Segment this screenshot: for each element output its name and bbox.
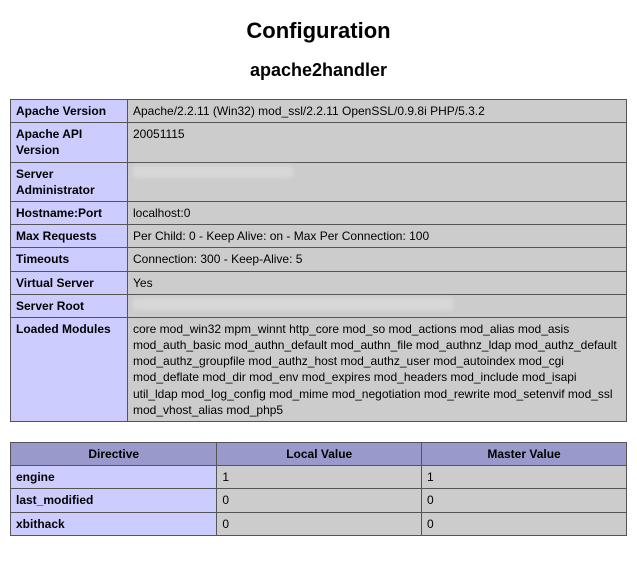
config-row: Loaded Modulescore mod_win32 mpm_winnt h… (11, 317, 627, 421)
config-row: Hostname:Portlocalhost:0 (11, 201, 627, 224)
config-key: Apache Version (11, 100, 128, 123)
config-row: TimeoutsConnection: 300 - Keep-Alive: 5 (11, 248, 627, 271)
col-directive: Directive (11, 443, 217, 466)
directive-master-value: 1 (422, 466, 627, 489)
directive-local-value: 0 (217, 512, 422, 535)
directive-local-value: 0 (217, 489, 422, 512)
config-value: Per Child: 0 - Keep Alive: on - Max Per … (128, 225, 627, 248)
directive-name: last_modified (11, 489, 217, 512)
redacted-value (133, 298, 453, 310)
config-row: Virtual ServerYes (11, 271, 627, 294)
config-value: localhost:0 (128, 201, 627, 224)
config-value (128, 162, 627, 201)
config-key: Max Requests (11, 225, 128, 248)
config-value: Yes (128, 271, 627, 294)
directive-local-value: 1 (217, 466, 422, 489)
redacted-value (133, 166, 293, 178)
config-value: core mod_win32 mpm_winnt http_core mod_s… (128, 317, 627, 421)
config-key: Server Administrator (11, 162, 128, 201)
directive-row: last_modified00 (11, 489, 627, 512)
col-local-value: Local Value (217, 443, 422, 466)
page-title: Configuration (10, 18, 627, 44)
config-value (128, 294, 627, 317)
config-table: Apache VersionApache/2.2.11 (Win32) mod_… (10, 99, 627, 422)
config-row: Apache VersionApache/2.2.11 (Win32) mod_… (11, 100, 627, 123)
directive-name: xbithack (11, 512, 217, 535)
config-key: Hostname:Port (11, 201, 128, 224)
section-heading: apache2handler (10, 60, 627, 81)
config-row: Max RequestsPer Child: 0 - Keep Alive: o… (11, 225, 627, 248)
config-row: Apache API Version20051115 (11, 123, 627, 162)
config-value: Apache/2.2.11 (Win32) mod_ssl/2.2.11 Ope… (128, 100, 627, 123)
config-key: Server Root (11, 294, 128, 317)
config-value: 20051115 (128, 123, 627, 162)
config-key: Apache API Version (11, 123, 128, 162)
directives-table: Directive Local Value Master Value engin… (10, 442, 627, 536)
config-key: Virtual Server (11, 271, 128, 294)
directive-row: xbithack00 (11, 512, 627, 535)
directive-row: engine11 (11, 466, 627, 489)
config-key: Timeouts (11, 248, 128, 271)
col-master-value: Master Value (422, 443, 627, 466)
directive-name: engine (11, 466, 217, 489)
config-row: Server Administrator (11, 162, 627, 201)
directive-master-value: 0 (422, 512, 627, 535)
config-row: Server Root (11, 294, 627, 317)
config-value: Connection: 300 - Keep-Alive: 5 (128, 248, 627, 271)
directive-master-value: 0 (422, 489, 627, 512)
config-key: Loaded Modules (11, 317, 128, 421)
